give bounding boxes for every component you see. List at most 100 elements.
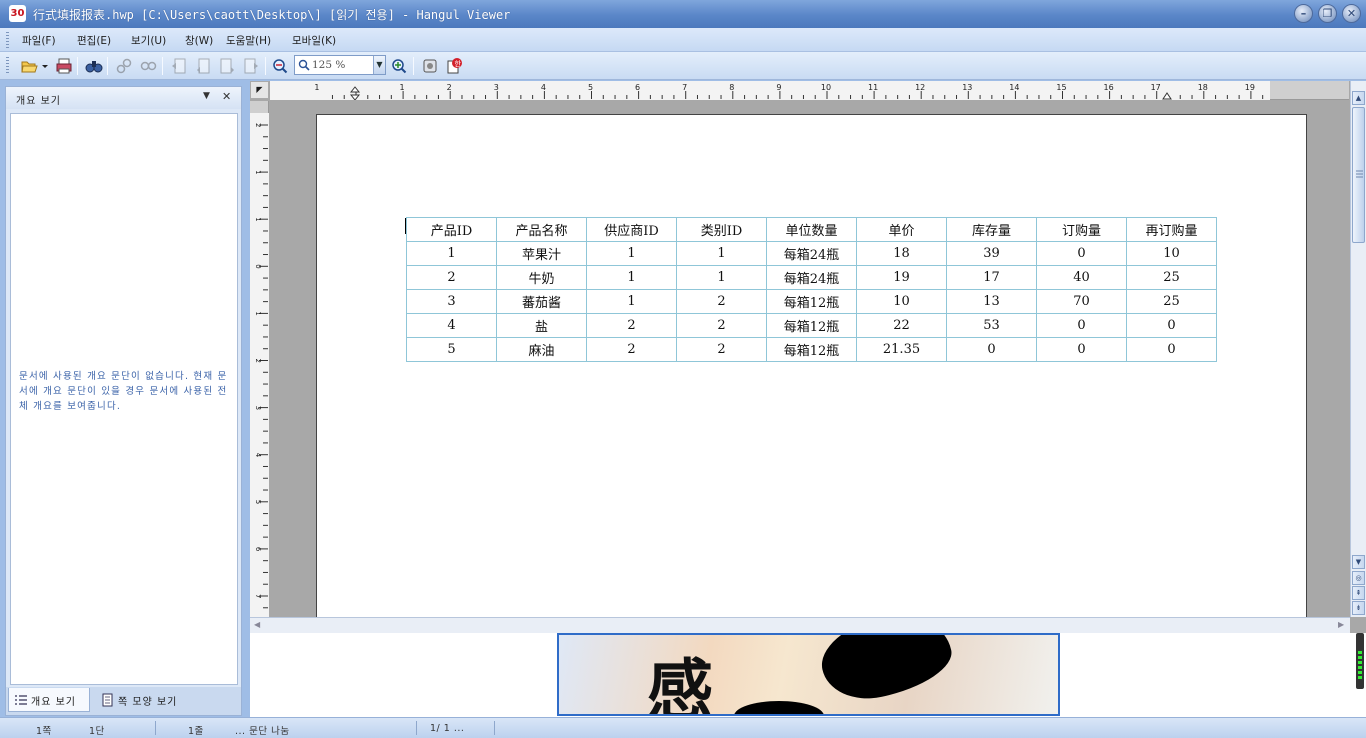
table-cell: 5 xyxy=(406,337,497,362)
ruler-label: 1 xyxy=(254,311,262,315)
ruler-label: 11 xyxy=(868,83,878,92)
table-row: 1 苹果汁 1 1 每箱24瓶 18 39 0 10 xyxy=(406,241,1217,266)
unlink-icon[interactable] xyxy=(139,57,157,75)
page-select-icon[interactable]: ◎ xyxy=(1352,571,1365,585)
document-page[interactable]: 产品ID 产品名称 供应商ID 类别ID 单位数量 单价 库存量 订购量 再订购… xyxy=(316,114,1307,618)
zoom-search-icon[interactable] xyxy=(271,57,289,75)
close-button[interactable]: ✕ xyxy=(1342,4,1361,23)
table-cell: 每箱24瓶 xyxy=(766,265,857,290)
vertical-scrollbar[interactable]: ▲ ▼ ◎ ⇞ ⇟ xyxy=(1350,81,1366,617)
scroll-left-icon[interactable]: ◀ xyxy=(254,620,260,629)
first-page-icon[interactable] xyxy=(170,57,188,75)
menu-file[interactable]: 파일(F) xyxy=(22,33,56,48)
hangul-app-icon[interactable]: 30 xyxy=(9,5,26,22)
fit-page-icon[interactable] xyxy=(421,57,439,75)
table-cell: 1 xyxy=(586,265,677,290)
page-icon xyxy=(102,693,113,707)
menu-grip[interactable] xyxy=(6,32,9,48)
table-cell: 25 xyxy=(1126,289,1217,314)
table-header-cell: 单价 xyxy=(856,217,947,242)
ruler-label: 8 xyxy=(729,83,734,92)
toolbar-separator xyxy=(77,57,78,75)
hancom-viewer-icon[interactable]: 한 xyxy=(445,57,463,75)
vertical-ruler[interactable]: 211012345678 xyxy=(250,101,269,646)
print-icon[interactable] xyxy=(55,57,73,75)
scroll-up-icon[interactable]: ▲ xyxy=(1352,91,1365,105)
status-separator xyxy=(155,721,156,735)
menu-bar: 파일(F) 편집(E) 보기(U) 창(W) 도움말(H) 모바일(K) xyxy=(0,28,1366,52)
status-separator xyxy=(416,721,417,735)
table-cell: 0 xyxy=(1126,337,1217,362)
zoom-in-icon[interactable] xyxy=(390,57,408,75)
table-cell: 牛奶 xyxy=(496,265,587,290)
table-cell: 53 xyxy=(946,313,1037,338)
previous-page-icon[interactable] xyxy=(194,57,212,75)
panel-close-icon[interactable]: ✕ xyxy=(222,90,231,103)
find-binoculars-icon[interactable] xyxy=(85,57,103,75)
title-bar: 30 行式填报报表.hwp [C:\Users\caott\Desktop\] … xyxy=(0,0,1366,28)
table-header-cell: 订购量 xyxy=(1036,217,1127,242)
status-line: 1줄 xyxy=(188,726,204,737)
open-folder-icon[interactable] xyxy=(20,57,38,75)
tab-page-view[interactable]: 쪽 모양 보기 xyxy=(96,688,216,712)
menu-edit[interactable]: 편집(E) xyxy=(77,33,111,48)
table-header-cell: 产品名称 xyxy=(496,217,587,242)
ruler-label: 0 xyxy=(254,264,262,268)
toolbar-separator xyxy=(107,57,108,75)
last-page-icon[interactable] xyxy=(242,57,260,75)
menu-mobile[interactable]: 모바일(K) xyxy=(292,33,336,48)
next-page-icon[interactable] xyxy=(218,57,236,75)
prev-page-arrow-icon[interactable]: ⇞ xyxy=(1352,586,1365,600)
toolbar-grip[interactable] xyxy=(6,57,9,75)
panel-menu-icon[interactable]: ▼ xyxy=(203,91,210,101)
svg-text:한: 한 xyxy=(455,60,462,68)
ruler-label: 9 xyxy=(776,83,781,92)
panel-title: 개요 보기 xyxy=(16,96,61,107)
table-cell: 18 xyxy=(856,241,947,266)
table-cell: 2 xyxy=(406,265,497,290)
zoom-combobox[interactable]: 125 % ▼ xyxy=(294,55,386,75)
ruler-label: 2 xyxy=(254,123,262,127)
menu-view[interactable]: 보기(U) xyxy=(131,33,166,48)
ruler-label: 2 xyxy=(254,359,262,363)
ruler-label: 7 xyxy=(682,83,687,92)
ad-banner[interactable]: 感 xyxy=(557,633,1060,716)
window-title: 行式填报报表.hwp [C:\Users\caott\Desktop\] [읽기… xyxy=(33,8,511,22)
table-cell: 每箱12瓶 xyxy=(766,337,857,362)
table-cell: 1 xyxy=(586,289,677,314)
table-cell: 2 xyxy=(586,313,677,338)
ruler-corner-button[interactable]: ◤ xyxy=(250,81,269,99)
minimize-button[interactable]: – xyxy=(1294,4,1313,23)
menu-help[interactable]: 도움말(H) xyxy=(226,33,271,48)
table-cell: 22 xyxy=(856,313,947,338)
table-cell: 40 xyxy=(1036,265,1127,290)
table-cell: 1 xyxy=(406,241,497,266)
table-cell: 盐 xyxy=(496,313,587,338)
horizontal-scrollbar[interactable]: ◀ ▶ xyxy=(250,617,1350,633)
link-icon[interactable] xyxy=(115,57,133,75)
ruler-label: 1 xyxy=(254,170,262,174)
zoom-value[interactable]: 125 % xyxy=(312,59,345,71)
zoom-dropdown-button[interactable]: ▼ xyxy=(373,56,385,74)
status-page-count: 1/ 1 ... xyxy=(430,723,465,734)
table-cell: 70 xyxy=(1036,289,1127,314)
vertical-scroll-thumb[interactable] xyxy=(1352,107,1365,243)
table-header-row: 产品ID 产品名称 供应商ID 类别ID 单位数量 单价 库存量 订购量 再订购… xyxy=(406,217,1217,242)
table-cell: 1 xyxy=(676,241,767,266)
table-row: 4 盐 2 2 每箱12瓶 22 53 0 0 xyxy=(406,313,1217,338)
table-cell: 17 xyxy=(946,265,1037,290)
table-cell: 每箱12瓶 xyxy=(766,289,857,314)
table-cell: 1 xyxy=(586,241,677,266)
next-page-arrow-icon[interactable]: ⇟ xyxy=(1352,601,1365,615)
tab-outline-view[interactable]: 개요 보기 xyxy=(8,688,90,712)
status-section: 1단 xyxy=(89,726,105,737)
menu-window[interactable]: 창(W) xyxy=(185,33,213,48)
data-table: 产品ID 产品名称 供应商ID 类别ID 单位数量 单价 库存量 订购量 再订购… xyxy=(406,217,1217,362)
restore-button[interactable]: ❐ xyxy=(1318,4,1337,23)
open-dropdown-icon[interactable] xyxy=(40,57,50,75)
horizontal-ruler[interactable]: 1 1 2 3 4 5 6 7 8 9 10 11 12 13 14 15 16 17 18 19 xyxy=(270,81,1349,101)
scroll-down-icon[interactable]: ▼ xyxy=(1352,555,1365,569)
scroll-right-icon[interactable]: ▶ xyxy=(1338,620,1344,629)
table-cell: 1 xyxy=(676,265,767,290)
table-cell: 21.35 xyxy=(856,337,947,362)
